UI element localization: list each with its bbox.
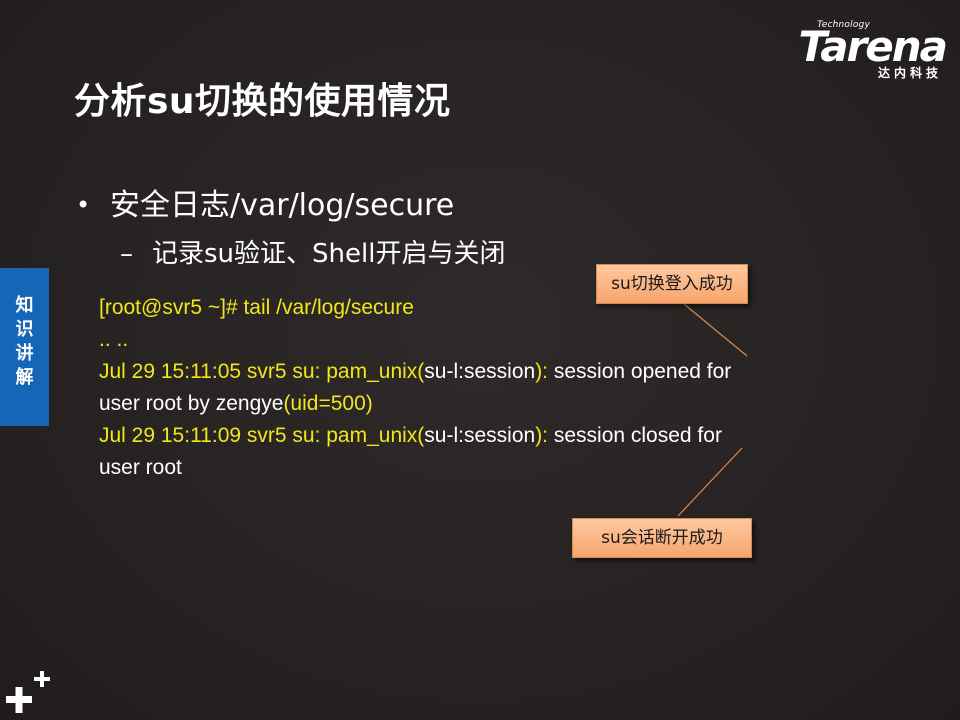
side-tab-knowledge: 知识讲解 bbox=[0, 268, 49, 426]
log-entry-opened-cont: user root by zengye(uid=500) bbox=[99, 388, 859, 420]
log-output: [root@svr5 ~]# tail /var/log/secure .. .… bbox=[99, 292, 859, 484]
tarena-logo: Technology Tarena 达内科技 bbox=[776, 20, 948, 82]
slide-background: Technology Tarena 达内科技 分析su切换的使用情况 • 安全日志… bbox=[0, 0, 960, 720]
side-tab-char: 讲 bbox=[15, 343, 34, 364]
bullet-level-2-text: 记录su验证、Shell开启与关闭 bbox=[152, 239, 506, 269]
side-tab-char: 解 bbox=[15, 367, 34, 388]
log-ellipsis: .. .. bbox=[99, 328, 129, 351]
log-entry-user: user root by zengye bbox=[99, 392, 284, 415]
log-entry-paren: ): bbox=[535, 424, 549, 447]
log-entry-uid: (uid=500) bbox=[283, 392, 373, 415]
page-title: 分析su切换的使用情况 bbox=[74, 81, 451, 122]
plus-logo-icon bbox=[6, 671, 50, 713]
side-tab-char: 识 bbox=[15, 319, 34, 340]
callout-session-disconnect: su会话断开成功 bbox=[572, 518, 752, 558]
bullet-level-2: – 记录su验证、Shell开启与关闭 bbox=[120, 233, 505, 270]
bullet-level-1-text: 安全日志/var/log/secure bbox=[110, 188, 455, 223]
logo-brand-text: Tarena bbox=[798, 22, 948, 71]
log-entry-rest: session closed for bbox=[548, 424, 722, 447]
bullet-dash-icon: – bbox=[120, 239, 133, 269]
log-entry-rest: session opened for bbox=[548, 360, 732, 383]
log-entry-opened: Jul 29 15:11:05 svr5 su: pam_unix(su-l:s… bbox=[99, 356, 859, 388]
log-entry-paren: ): bbox=[535, 360, 549, 383]
log-entry-prefix: Jul 29 15:11:05 svr5 su: pam_unix( bbox=[99, 360, 425, 383]
callout-login-success: su切换登入成功 bbox=[596, 264, 748, 304]
side-tab-label: 知识讲解 bbox=[0, 294, 49, 390]
log-entry-session: su-l:session bbox=[424, 360, 536, 383]
log-entry-prefix: Jul 29 15:11:09 svr5 su: pam_unix( bbox=[99, 424, 425, 447]
log-entry-closed: Jul 29 15:11:09 svr5 su: pam_unix(su-l:s… bbox=[99, 420, 859, 452]
logo-chinese-text: 达内科技 bbox=[877, 66, 942, 80]
bullet-level-1: • 安全日志/var/log/secure bbox=[76, 180, 454, 224]
log-entry-closed-cont: user root bbox=[99, 456, 182, 479]
log-entry-session: su-l:session bbox=[424, 424, 536, 447]
bullet-dot-icon: • bbox=[76, 191, 91, 219]
side-tab-char: 知 bbox=[15, 295, 34, 316]
